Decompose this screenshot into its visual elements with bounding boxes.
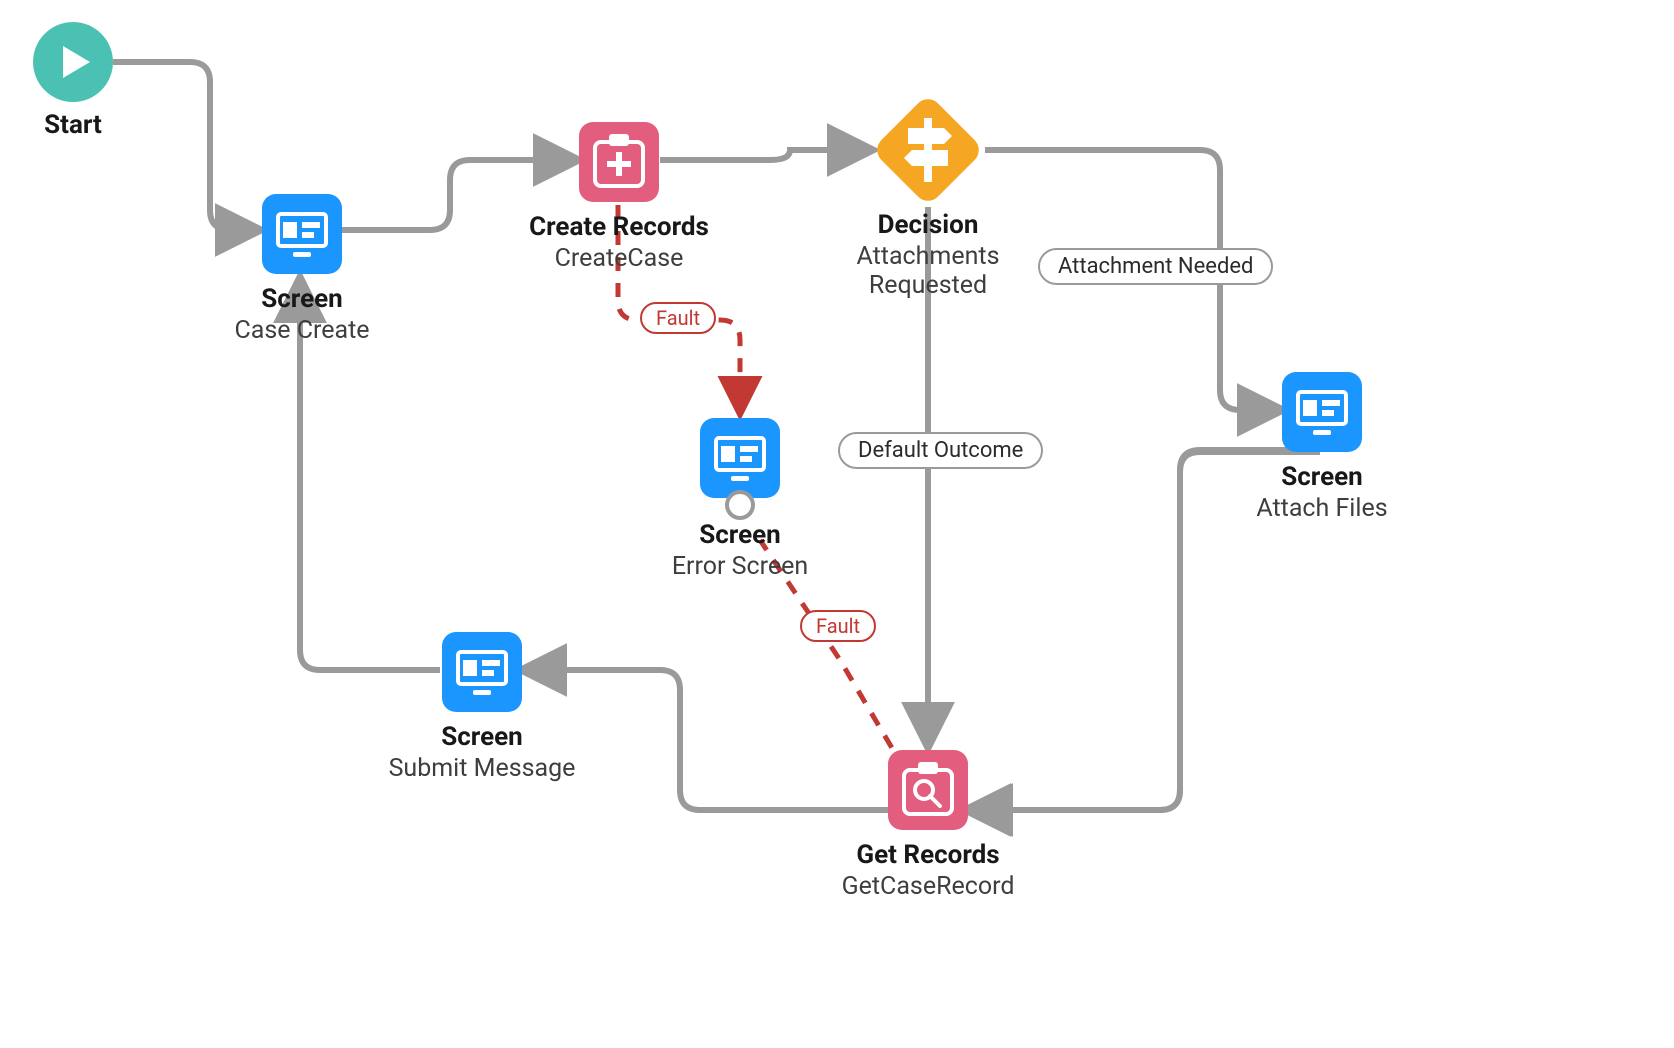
screen-error-node[interactable] (700, 418, 780, 518)
edge-create-to-decision (660, 150, 870, 160)
create-records-label: Create Records CreateCase (489, 212, 749, 273)
screen-submit-label: Screen Submit Message (352, 722, 612, 783)
start-label: Start (0, 110, 203, 140)
screen-case-label: Screen Case Create (172, 284, 432, 345)
get-records-label: Get Records GetCaseRecord (798, 840, 1058, 901)
screen-case-node[interactable] (262, 194, 342, 274)
screen-submit-node[interactable] (442, 632, 522, 712)
create-records-node[interactable] (579, 122, 659, 202)
edge-label-fault-2: Fault (800, 610, 876, 642)
decision-label: Decision Attachments Requested (798, 210, 1058, 300)
screen-error-label: Screen Error Screen (610, 520, 870, 581)
get-records-node[interactable] (888, 750, 968, 830)
screen-attach-label: Screen Attach Files (1192, 462, 1452, 523)
decision-node[interactable] (871, 93, 984, 206)
edge-label-attachment-needed: Attachment Needed (1038, 248, 1273, 285)
edge-start-to-screen-case (113, 62, 258, 230)
edge-label-default-outcome: Default Outcome (838, 432, 1043, 469)
start-node[interactable] (33, 22, 113, 102)
loop-indicator-icon (727, 492, 753, 518)
screen-attach-node[interactable] (1282, 372, 1362, 452)
edge-label-fault-1: Fault (640, 302, 716, 334)
